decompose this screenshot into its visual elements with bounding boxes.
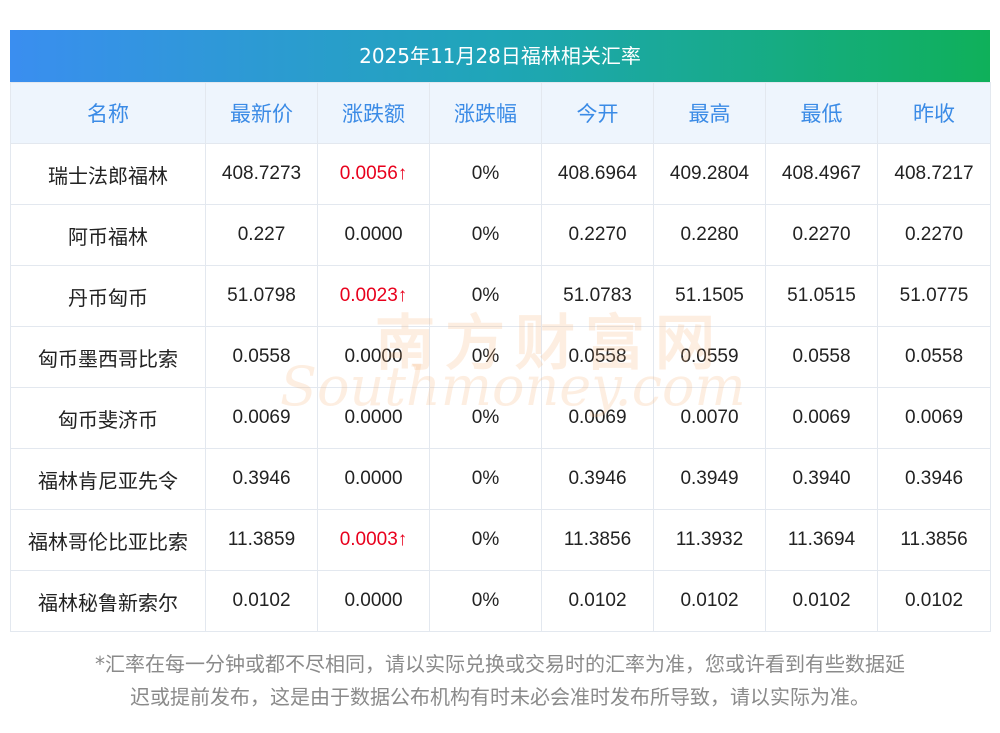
cell-open: 408.6964 (541, 143, 654, 205)
cell-name: 瑞士法郎福林 (10, 143, 206, 205)
col-header-high: 最高 (653, 82, 766, 144)
table-row: 匈币墨西哥比索 0.0558 0.0000 0% 0.0558 0.0559 0… (10, 326, 991, 388)
cell-prev: 0.3946 (877, 448, 991, 510)
cell-high: 0.2280 (653, 204, 766, 266)
cell-high: 0.0070 (653, 387, 766, 449)
cell-latest: 11.3859 (205, 509, 318, 571)
cell-high: 0.0559 (653, 326, 766, 388)
table-row: 丹币匈币 51.0798 0.0023↑ 0% 51.0783 51.1505 … (10, 265, 991, 327)
table-title: 2025年11月28日福林相关汇率 (10, 30, 990, 82)
cell-change: 0.0000 (317, 448, 430, 510)
table-row: 福林肯尼亚先令 0.3946 0.0000 0% 0.3946 0.3949 0… (10, 448, 991, 510)
cell-change-pct: 0% (429, 570, 542, 632)
cell-name: 福林秘鲁新索尔 (10, 570, 206, 632)
cell-latest: 0.0069 (205, 387, 318, 449)
cell-low: 0.0102 (765, 570, 878, 632)
header-row: 名称 最新价 涨跌额 涨跌幅 今开 最高 最低 昨收 (10, 82, 991, 144)
cell-change: 0.0000 (317, 204, 430, 266)
cell-low: 0.0069 (765, 387, 878, 449)
cell-change-pct: 0% (429, 448, 542, 510)
table-row: 福林秘鲁新索尔 0.0102 0.0000 0% 0.0102 0.0102 0… (10, 570, 991, 632)
table-row: 阿币福林 0.227 0.0000 0% 0.2270 0.2280 0.227… (10, 204, 991, 266)
table-row: 福林哥伦比亚比索 11.3859 0.0003↑ 0% 11.3856 11.3… (10, 509, 991, 571)
col-header-name: 名称 (10, 82, 206, 144)
cell-latest: 408.7273 (205, 143, 318, 205)
cell-change: 0.0023↑ (317, 265, 430, 327)
cell-prev: 0.2270 (877, 204, 991, 266)
cell-name: 阿币福林 (10, 204, 206, 266)
rates-panel: 2025年11月28日福林相关汇率 名称 最新价 涨跌额 涨跌幅 今开 最高 最… (10, 30, 991, 632)
cell-change-pct: 0% (429, 387, 542, 449)
footnote-line-2: 迟或提前发布，这是由于数据公布机构有时未必会准时发布所导致，请以实际为准。 (130, 685, 870, 709)
cell-high: 51.1505 (653, 265, 766, 327)
cell-high: 11.3932 (653, 509, 766, 571)
cell-change: 0.0056↑ (317, 143, 430, 205)
cell-high: 0.0102 (653, 570, 766, 632)
cell-prev: 0.0558 (877, 326, 991, 388)
cell-open: 0.0102 (541, 570, 654, 632)
footnote-line-1: *汇率在每一分钟或都不尽相同，请以实际兑换或交易时的汇率为准，您或许看到有些数据… (95, 652, 905, 676)
rates-table: 名称 最新价 涨跌额 涨跌幅 今开 最高 最低 昨收 瑞士法郎福林 408.72… (10, 82, 991, 632)
col-header-open: 今开 (541, 82, 654, 144)
col-header-prev: 昨收 (877, 82, 991, 144)
footnote: *汇率在每一分钟或都不尽相同，请以实际兑换或交易时的汇率为准，您或许看到有些数据… (10, 648, 990, 714)
cell-name: 福林哥伦比亚比索 (10, 509, 206, 571)
table-row: 匈币斐济币 0.0069 0.0000 0% 0.0069 0.0070 0.0… (10, 387, 991, 449)
cell-prev: 11.3856 (877, 509, 991, 571)
cell-change-pct: 0% (429, 204, 542, 266)
cell-latest: 0.0558 (205, 326, 318, 388)
cell-change-pct: 0% (429, 509, 542, 571)
cell-low: 408.4967 (765, 143, 878, 205)
cell-prev: 0.0069 (877, 387, 991, 449)
cell-name: 匈币墨西哥比索 (10, 326, 206, 388)
col-header-change: 涨跌额 (317, 82, 430, 144)
cell-change: 0.0003↑ (317, 509, 430, 571)
cell-change-pct: 0% (429, 143, 542, 205)
cell-change: 0.0000 (317, 387, 430, 449)
cell-prev: 408.7217 (877, 143, 991, 205)
col-header-latest: 最新价 (205, 82, 318, 144)
cell-high: 0.3949 (653, 448, 766, 510)
cell-name: 匈币斐济币 (10, 387, 206, 449)
cell-open: 0.3946 (541, 448, 654, 510)
col-header-low: 最低 (765, 82, 878, 144)
cell-prev: 51.0775 (877, 265, 991, 327)
cell-low: 51.0515 (765, 265, 878, 327)
cell-change: 0.0000 (317, 326, 430, 388)
cell-open: 11.3856 (541, 509, 654, 571)
cell-change-pct: 0% (429, 326, 542, 388)
cell-latest: 0.0102 (205, 570, 318, 632)
cell-low: 0.0558 (765, 326, 878, 388)
cell-low: 11.3694 (765, 509, 878, 571)
cell-latest: 0.227 (205, 204, 318, 266)
cell-latest: 51.0798 (205, 265, 318, 327)
cell-open: 0.0069 (541, 387, 654, 449)
cell-change: 0.0000 (317, 570, 430, 632)
cell-open: 51.0783 (541, 265, 654, 327)
cell-high: 409.2804 (653, 143, 766, 205)
cell-open: 0.0558 (541, 326, 654, 388)
cell-name: 丹币匈币 (10, 265, 206, 327)
cell-low: 0.3940 (765, 448, 878, 510)
cell-latest: 0.3946 (205, 448, 318, 510)
col-header-change-pct: 涨跌幅 (429, 82, 542, 144)
cell-change-pct: 0% (429, 265, 542, 327)
cell-name: 福林肯尼亚先令 (10, 448, 206, 510)
table-row: 瑞士法郎福林 408.7273 0.0056↑ 0% 408.6964 409.… (10, 143, 991, 205)
cell-open: 0.2270 (541, 204, 654, 266)
cell-low: 0.2270 (765, 204, 878, 266)
cell-prev: 0.0102 (877, 570, 991, 632)
